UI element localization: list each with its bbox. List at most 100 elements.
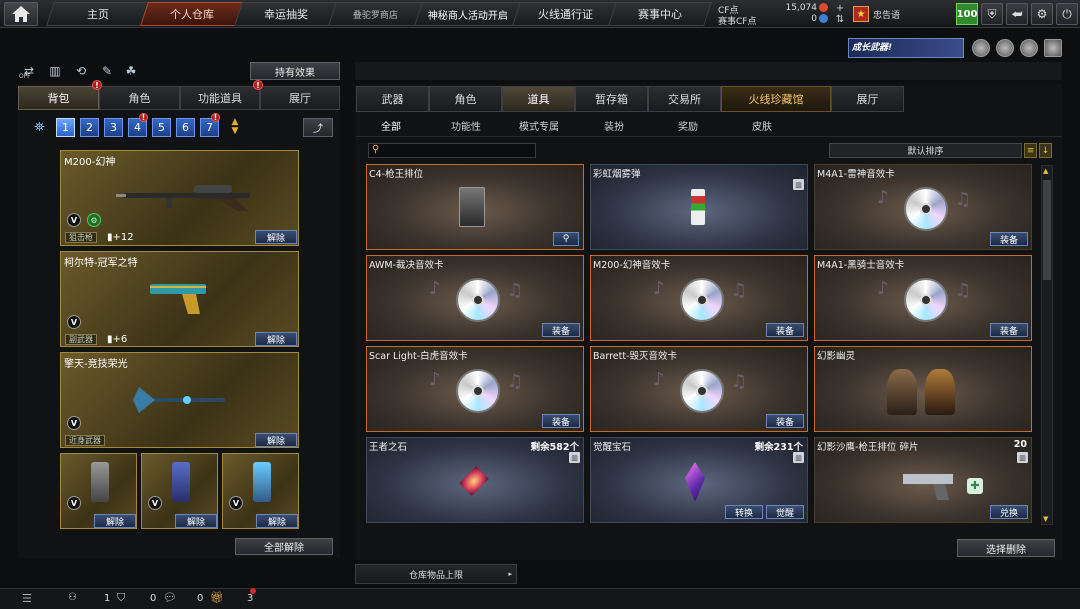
unequip-button[interactable]: 解除: [255, 433, 297, 447]
page-button-3[interactable]: 3: [104, 118, 123, 137]
equip-button[interactable]: 装备: [990, 232, 1028, 246]
trash-icon[interactable]: ▥: [793, 452, 804, 463]
tab-weapons[interactable]: 武器: [356, 86, 429, 112]
tab-battle-pass[interactable]: 火线通行证: [512, 2, 618, 26]
tab-mystery-merchant[interactable]: 神秘商人活动开启: [414, 2, 522, 26]
equip-button[interactable]: 装备: [990, 323, 1028, 337]
search-input[interactable]: ⚲: [368, 143, 536, 158]
scroll-down-icon[interactable]: ▼: [1043, 515, 1048, 523]
item-card[interactable]: 彩虹烟雾弹 ▥: [590, 164, 808, 250]
equip-button[interactable]: 装备: [542, 414, 580, 428]
stats-icon[interactable]: ▥: [46, 62, 64, 80]
convert-button[interactable]: 转换: [725, 505, 763, 519]
tab-home[interactable]: 主页: [46, 2, 150, 26]
item-list-scrollbar[interactable]: ▲ ▼: [1041, 165, 1053, 525]
menu-icon[interactable]: ☰: [22, 592, 32, 605]
list-view-icon[interactable]: ≡: [1024, 143, 1037, 158]
power-button[interactable]: ⏻: [1056, 3, 1078, 25]
subtab-rewards[interactable]: 奖励: [662, 114, 714, 136]
exit-room-button[interactable]: ⮨: [1006, 3, 1028, 25]
equipped-secondary-card[interactable]: 柯尔特-冠军之特 V 副武器 ▮+6 解除: [60, 251, 299, 347]
item-card[interactable]: 幻影沙鹰-枪王排位 碎片 20 ▥ ✚ 兑换: [814, 437, 1032, 523]
tab-shop[interactable]: 叠驼罗商店: [328, 2, 424, 26]
subtab-all[interactable]: 全部: [365, 114, 417, 136]
unequip-button[interactable]: 解除: [256, 514, 298, 528]
trash-icon[interactable]: ▥: [793, 179, 804, 190]
item-card[interactable]: M4A1-黑骑士音效卡 ♪ ♫ 装备: [814, 255, 1032, 341]
tab-personal-storage[interactable]: 个人仓库: [140, 2, 244, 26]
trash-icon[interactable]: ▥: [569, 452, 580, 463]
sort-select[interactable]: 默认排序: [829, 143, 1022, 158]
scroll-up-icon[interactable]: ▲: [1043, 167, 1048, 175]
unequip-button[interactable]: 解除: [94, 514, 136, 528]
item-card[interactable]: 王者之石 剩余582个 ▥: [366, 437, 584, 523]
page-button-6[interactable]: 6: [176, 118, 195, 137]
clan-info[interactable]: ★ 忠告语: [853, 5, 903, 23]
tab-collection[interactable]: 火线珍藏馆: [721, 86, 831, 112]
unequip-button[interactable]: 解除: [255, 230, 297, 244]
page-button-4[interactable]: 4!: [128, 113, 148, 137]
tab-backpack[interactable]: 背包: [18, 86, 99, 110]
page-button-5[interactable]: 5: [152, 118, 171, 137]
home-button[interactable]: [4, 2, 38, 26]
gift-icon[interactable]: 🎁︎: [210, 591, 224, 604]
spray-icon[interactable]: ✎: [98, 62, 116, 80]
item-card[interactable]: Scar Light-白虎音效卡 ♪ ♫ 装备: [366, 346, 584, 432]
select-delete-button[interactable]: 选择删除: [957, 539, 1055, 557]
item-card[interactable]: Barrett-毁灭音效卡 ♪ ♫ 装备: [590, 346, 808, 432]
sort-direction-icon[interactable]: ↓: [1039, 143, 1052, 158]
equipped-flashbang-card[interactable]: V 解除: [141, 453, 218, 529]
chat-icon[interactable]: 💬︎: [163, 591, 177, 604]
tab-exhibit[interactable]: 展厅: [831, 86, 904, 112]
recharge-button[interactable]: + ⇅: [834, 3, 846, 25]
item-card[interactable]: 觉醒宝石 剩余231个 ▥ 转换 觉醒: [590, 437, 808, 523]
scrollbar-thumb[interactable]: [1043, 180, 1051, 280]
equipped-smoke-card[interactable]: V 解除: [222, 453, 299, 529]
refresh-icon[interactable]: ⟲: [72, 62, 90, 80]
storage-limit-button[interactable]: 仓库物品上限 ▸: [355, 564, 517, 584]
badge-v-icon[interactable]: [972, 39, 990, 57]
tab-characters[interactable]: 角色: [429, 86, 502, 112]
subtab-cosmetic[interactable]: 装扮: [588, 114, 640, 136]
hold-effect-button[interactable]: 持有效果: [250, 62, 340, 80]
item-card[interactable]: 幻影幽灵: [814, 346, 1032, 432]
preset-icon[interactable]: ⛯: [30, 118, 49, 137]
growth-weapon-banner[interactable]: 成长武器!: [848, 38, 964, 58]
awaken-button[interactable]: 觉醒: [766, 505, 804, 519]
tab-items[interactable]: 道具: [502, 86, 575, 112]
tab-character[interactable]: 角色!: [92, 80, 180, 110]
page-up-down-icon[interactable]: ▲ ▼: [226, 118, 244, 137]
equip-button[interactable]: 装备: [766, 414, 804, 428]
item-card[interactable]: M200-幻神音效卡 ♪ ♫ 装备: [590, 255, 808, 341]
tab-lucky-draw[interactable]: 幸运抽奖: [234, 2, 338, 26]
equipped-melee-card[interactable]: 擎天-竞技荣光 V 近身武器 解除: [60, 352, 299, 448]
tab-functional-items[interactable]: 功能道具: [180, 86, 260, 110]
unequip-button[interactable]: 解除: [175, 514, 217, 528]
page-button-2[interactable]: 2: [80, 118, 99, 137]
search-item-button[interactable]: ⚲: [553, 232, 579, 246]
badge-star-icon[interactable]: [1020, 39, 1038, 57]
trash-icon[interactable]: ▥: [1017, 452, 1028, 463]
tab-exchange[interactable]: 交易所: [648, 86, 721, 112]
item-card[interactable]: C4-枪王排位 ⚲: [366, 164, 584, 250]
unequip-all-button[interactable]: 全部解除: [235, 538, 333, 555]
page-button-7[interactable]: 7!: [200, 113, 220, 137]
item-card[interactable]: M4A1-雷神音效卡 ♪ ♫ 装备: [814, 164, 1032, 250]
item-card[interactable]: AWM-裁决音效卡 ♪ ♫ 装备: [366, 255, 584, 341]
page-button-1[interactable]: 1: [56, 118, 75, 137]
tab-temp-box[interactable]: 暂存箱: [575, 86, 648, 112]
friends-icon[interactable]: ⚇: [68, 592, 77, 603]
redeem-button[interactable]: 兑换: [990, 505, 1028, 519]
equip-button[interactable]: 装备: [766, 323, 804, 337]
unequip-button[interactable]: 解除: [255, 332, 297, 346]
subtab-skins[interactable]: 皮肤: [736, 114, 788, 136]
share-button[interactable]: ⤴: [303, 118, 333, 137]
equip-button[interactable]: 装备: [542, 323, 580, 337]
badge-w-icon[interactable]: [1044, 39, 1062, 57]
pet-icon[interactable]: ☘: [122, 62, 140, 80]
badge-ring-icon[interactable]: [996, 39, 1014, 57]
settings-button[interactable]: ⚙: [1031, 3, 1053, 25]
tab-event-center[interactable]: 赛事中心: [608, 2, 712, 26]
equipped-grenade-card[interactable]: V 解除: [60, 453, 137, 529]
equipped-primary-card[interactable]: M200-幻神 V ⚙ 狙击枪 ▮+12 解除: [60, 150, 299, 246]
